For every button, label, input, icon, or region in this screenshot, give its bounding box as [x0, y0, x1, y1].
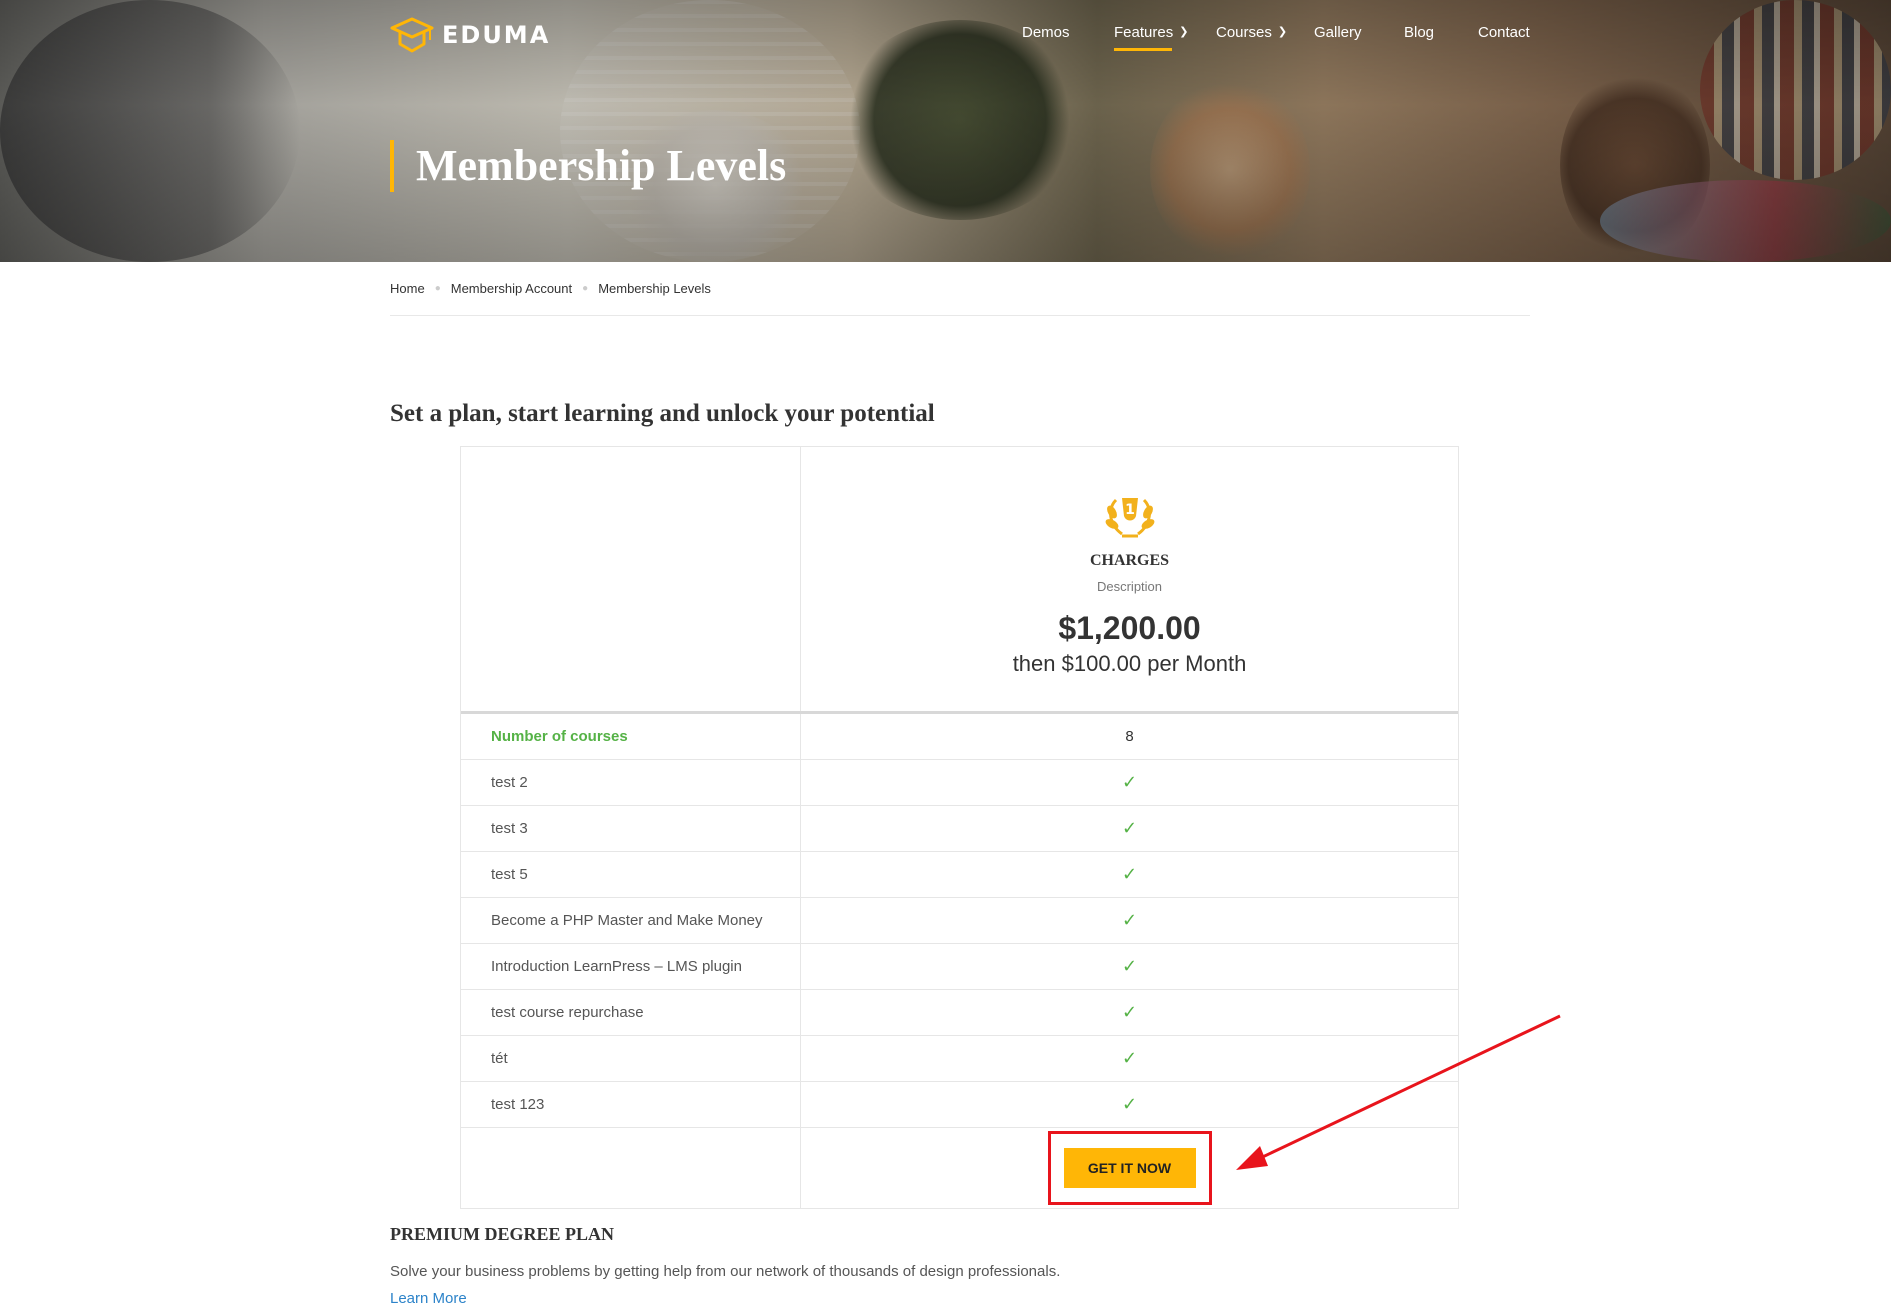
- nav-gallery[interactable]: Gallery: [1314, 24, 1362, 41]
- feature-row: Number of courses 8: [461, 714, 1458, 760]
- annotation-arrow-icon: [1236, 1014, 1561, 1170]
- feature-row: Introduction LearnPress – LMS plugin ✓: [461, 944, 1458, 990]
- nav-features-label: Features: [1114, 24, 1174, 41]
- feature-row: test 5 ✓: [461, 852, 1458, 898]
- check-icon: ✓: [1121, 956, 1138, 976]
- plan-price: $1,200.00: [1058, 610, 1201, 646]
- feature-label: test 3: [461, 806, 801, 851]
- nav-demos[interactable]: Demos: [1022, 24, 1070, 41]
- hero-overlay: [0, 0, 1891, 262]
- svg-text:1: 1: [1125, 502, 1135, 518]
- feature-row: test 3 ✓: [461, 806, 1458, 852]
- check-icon: ✓: [1121, 772, 1138, 792]
- check-icon: ✓: [1121, 864, 1138, 884]
- feature-label: test 123: [461, 1082, 801, 1127]
- feature-label: test course repurchase: [461, 990, 801, 1035]
- premium-plan-title: PREMIUM DEGREE PLAN: [390, 1224, 614, 1244]
- annotation-highlight-box: GET IT NOW: [1047, 1131, 1212, 1205]
- breadcrumb-membership-account[interactable]: Membership Account: [451, 280, 572, 298]
- breadcrumb-separator: ●: [582, 283, 589, 294]
- main-nav: Demos Features ❯ Courses ❯ Gallery Blog Co…: [1000, 24, 1530, 51]
- feature-value: 8: [1125, 728, 1134, 745]
- section-title: Set a plan, start learning and unlock yo…: [390, 400, 935, 427]
- nav-courses-label: Courses: [1216, 24, 1272, 41]
- plan-description: Description: [1096, 579, 1163, 594]
- breadcrumb: Home ● Membership Account ● Membership L…: [390, 280, 1530, 316]
- laurel-number-1-icon: 1: [1105, 498, 1154, 538]
- breadcrumb-home[interactable]: Home: [390, 280, 425, 298]
- check-icon: ✓: [1121, 910, 1138, 930]
- site-logo[interactable]: EDUMA: [390, 16, 550, 54]
- cta-row-empty-cell: [461, 1128, 801, 1208]
- nav-blog[interactable]: Blog: [1404, 24, 1434, 41]
- breadcrumb-separator: ●: [434, 283, 441, 294]
- nav-features[interactable]: Features ❯: [1114, 24, 1189, 51]
- graduation-cap-icon: [390, 17, 434, 53]
- feature-label: test 5: [461, 852, 801, 897]
- nav-blog-label: Blog: [1404, 24, 1435, 41]
- plan-header: 1 CHARGES Description $1,200.00 then $10…: [461, 447, 1458, 714]
- chevron-down-icon: ❯: [1277, 26, 1288, 38]
- feature-label: Become a PHP Master and Make Money: [461, 898, 801, 943]
- chevron-down-icon: ❯: [1179, 26, 1189, 38]
- feature-label: test 2: [461, 760, 801, 805]
- get-it-now-button[interactable]: GET IT NOW: [1063, 1148, 1196, 1188]
- plan-header-empty-cell: [461, 447, 801, 711]
- feature-row: Become a PHP Master and Make Money ✓: [461, 898, 1458, 944]
- feature-label: tét: [461, 1036, 801, 1081]
- feature-label: Introduction LearnPress – LMS plugin: [461, 944, 801, 989]
- feature-label: Number of courses: [461, 714, 801, 759]
- plan-column: 1 CHARGES Description $1,200.00 then $10…: [801, 447, 1458, 711]
- nav-demos-label: Demos: [1022, 24, 1070, 41]
- page-title: Membership Levels: [390, 140, 786, 192]
- learn-more-link[interactable]: Learn More: [390, 1290, 467, 1307]
- premium-plan-description: Solve your business problems by getting …: [390, 1263, 1061, 1280]
- nav-gallery-label: Gallery: [1314, 24, 1362, 41]
- logo-text: EDUMA: [442, 21, 551, 49]
- nav-contact-label: Contact: [1478, 24, 1530, 41]
- hero-banner: EDUMA Demos Features ❯ Courses ❯ Gallery B…: [0, 0, 1891, 262]
- breadcrumb-membership-levels: Membership Levels: [598, 281, 711, 296]
- check-icon: ✓: [1121, 818, 1138, 838]
- plan-recurring-price: then $100.00 per Month: [1012, 651, 1247, 676]
- plan-name: CHARGES: [1089, 552, 1170, 569]
- feature-row: test 2 ✓: [461, 760, 1458, 806]
- nav-courses[interactable]: Courses ❯: [1216, 24, 1287, 41]
- nav-contact[interactable]: Contact: [1478, 24, 1530, 41]
